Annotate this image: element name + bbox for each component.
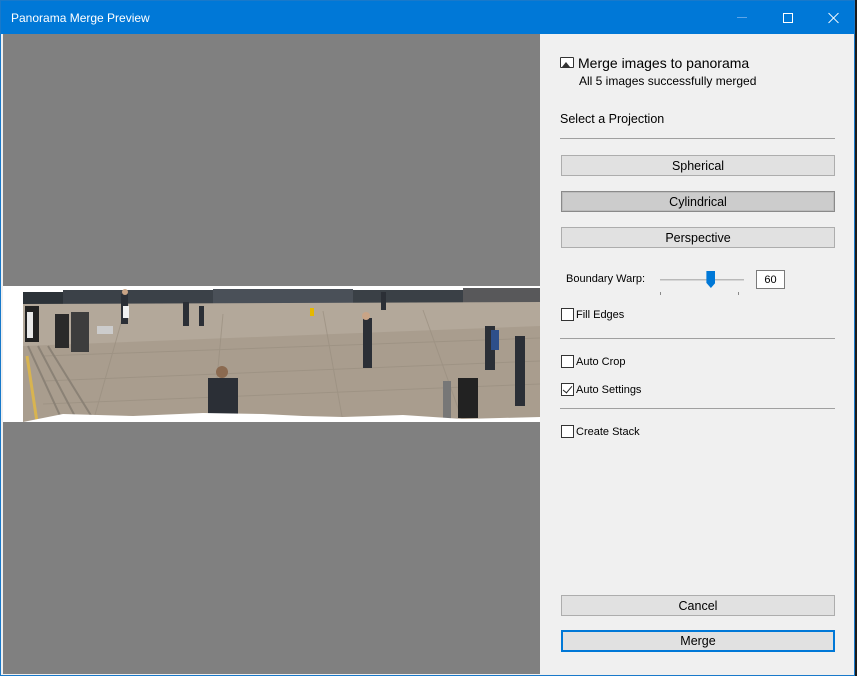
auto-crop-checkbox[interactable] (561, 355, 574, 368)
auto-crop-option[interactable]: Auto Crop (561, 355, 626, 368)
create-stack-option[interactable]: Create Stack (561, 425, 640, 438)
slider-tick (660, 292, 661, 295)
close-icon (828, 12, 840, 24)
minimize-button[interactable] (719, 1, 765, 34)
fill-edges-option[interactable]: Fill Edges (561, 308, 624, 321)
minimize-icon (737, 17, 747, 18)
projection-spherical-button[interactable]: Spherical (561, 155, 835, 176)
dialog-heading: Merge images to panorama (578, 55, 750, 71)
fill-edges-label: Fill Edges (576, 308, 625, 321)
panorama-icon (560, 57, 574, 68)
boundary-warp-label: Boundary Warp: (566, 273, 646, 285)
projection-section-label: Select a Projection (560, 112, 665, 126)
boundary-warp-value-input[interactable]: 60 (756, 270, 785, 289)
merge-button[interactable]: Merge (561, 630, 835, 652)
merge-status: All 5 images successfully merged (579, 74, 757, 88)
slider-tick (738, 292, 739, 295)
maximize-button[interactable] (765, 1, 811, 34)
create-stack-label: Create Stack (576, 425, 640, 438)
panorama-preview-area (3, 34, 540, 674)
close-button[interactable] (811, 1, 857, 34)
window-title: Panorama Merge Preview (11, 11, 150, 25)
divider (560, 138, 835, 139)
auto-settings-label: Auto Settings (576, 383, 642, 396)
boundary-warp-slider-thumb[interactable] (706, 271, 716, 288)
auto-settings-option[interactable]: Auto Settings (561, 383, 641, 396)
divider (560, 338, 835, 339)
maximize-icon (783, 12, 793, 23)
auto-settings-checkbox[interactable] (561, 383, 574, 396)
panorama-preview-image (3, 286, 540, 422)
boundary-warp-slider-track[interactable] (660, 279, 744, 281)
cancel-button[interactable]: Cancel (561, 595, 835, 616)
divider (560, 408, 835, 409)
panorama-image-svg (3, 286, 540, 422)
settings-panel: Merge images to panorama All 5 images su… (540, 34, 854, 674)
fill-edges-checkbox[interactable] (561, 308, 574, 321)
projection-cylindrical-button[interactable]: Cylindrical (561, 191, 835, 212)
auto-crop-label: Auto Crop (576, 355, 626, 368)
panorama-merge-dialog: Panorama Merge Preview Merge images to p… (0, 0, 855, 676)
title-bar[interactable]: Panorama Merge Preview (1, 1, 854, 34)
create-stack-checkbox[interactable] (561, 425, 574, 438)
projection-perspective-button[interactable]: Perspective (561, 227, 835, 248)
